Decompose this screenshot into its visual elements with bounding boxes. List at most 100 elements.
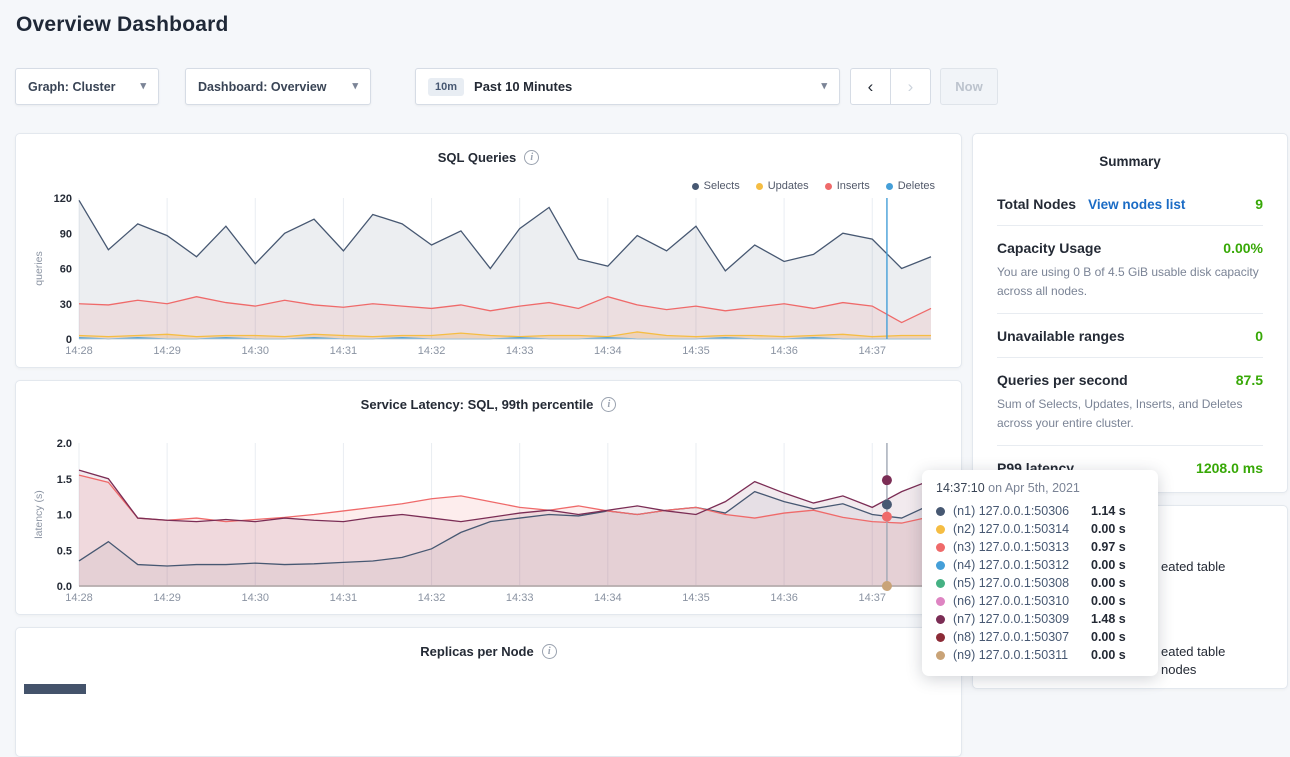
tooltip-node-row: (n1) 127.0.0.1:503061.14 s xyxy=(936,502,1144,520)
svg-text:0: 0 xyxy=(66,334,72,346)
chart-legend: Selects Updates Inserts Deletes xyxy=(692,180,935,192)
tooltip-date: on Apr 5th, 2021 xyxy=(985,481,1080,495)
svg-text:14:28: 14:28 xyxy=(65,592,93,604)
summary-row-unavailable-ranges: Unavailable ranges 0 xyxy=(997,314,1263,358)
node-latency-value: 1.14 s xyxy=(1091,504,1126,518)
tooltip-node-row: (n4) 127.0.0.1:50312 0.00 s xyxy=(936,556,1144,574)
legend-color-dot xyxy=(825,183,832,190)
tooltip-node-row: (n7) 127.0.0.1:503091.48 s xyxy=(936,610,1144,628)
total-nodes-value: 9 xyxy=(1255,196,1263,212)
node-color-dot xyxy=(936,543,945,552)
svg-text:14:32: 14:32 xyxy=(418,592,446,604)
info-icon[interactable] xyxy=(601,397,616,412)
event-item-fragment: eated table xyxy=(1161,559,1225,574)
node-latency-value: 0.00 s xyxy=(1091,630,1126,644)
graph-selector-label: Graph: Cluster xyxy=(28,80,116,94)
dashboard-selector-dropdown[interactable]: Dashboard: Overview ▾ xyxy=(185,68,371,105)
unavailable-ranges-label: Unavailable ranges xyxy=(997,328,1125,344)
capacity-usage-label: Capacity Usage xyxy=(997,240,1101,256)
svg-text:latency (s): latency (s) xyxy=(33,490,45,538)
service-latency-chart-card: Service Latency: SQL, 99th percentile 14… xyxy=(15,380,962,615)
svg-text:14:36: 14:36 xyxy=(770,592,798,604)
summary-row-total-nodes: Total Nodes View nodes list 9 xyxy=(997,182,1263,226)
node-latency-value: 0.00 s xyxy=(1091,558,1126,572)
chevron-down-icon: ▾ xyxy=(140,81,146,92)
legend-item-inserts[interactable]: Inserts xyxy=(825,180,870,192)
legend-label: Selects xyxy=(704,180,740,192)
tooltip-timestamp: 14:37:10 on Apr 5th, 2021 xyxy=(936,481,1144,495)
sql-queries-chart-title-row: SQL Queries xyxy=(16,150,961,165)
legend-item-selects[interactable]: Selects xyxy=(692,180,740,192)
now-button[interactable]: Now xyxy=(940,68,998,105)
svg-text:30: 30 xyxy=(60,299,72,311)
view-nodes-list-link[interactable]: View nodes list xyxy=(1088,197,1185,212)
time-next-button[interactable]: › xyxy=(890,68,931,105)
summary-row-capacity: Capacity Usage 0.00% You are using 0 B o… xyxy=(997,226,1263,314)
svg-text:90: 90 xyxy=(60,228,72,240)
time-range-selector[interactable]: 10m Past 10 Minutes ▾ xyxy=(415,68,840,105)
svg-text:14:34: 14:34 xyxy=(594,345,622,357)
svg-text:queries: queries xyxy=(33,251,45,285)
chevron-right-icon: › xyxy=(908,77,914,97)
tooltip-node-row: (n6) 127.0.0.1:503100.00 s xyxy=(936,592,1144,610)
tooltip-node-row: (n2) 127.0.0.1:503140.00 s xyxy=(936,520,1144,538)
qps-label: Queries per second xyxy=(997,372,1128,388)
qps-value: 87.5 xyxy=(1236,372,1263,388)
legend-item-deletes[interactable]: Deletes xyxy=(886,180,935,192)
svg-text:2.0: 2.0 xyxy=(57,438,72,450)
info-icon[interactable] xyxy=(524,150,539,165)
svg-text:0.5: 0.5 xyxy=(57,545,72,557)
chevron-left-icon: ‹ xyxy=(868,77,874,97)
time-prev-button[interactable]: ‹ xyxy=(850,68,891,105)
dashboard-selector-label: Dashboard: Overview xyxy=(198,80,327,94)
graph-selector-dropdown[interactable]: Graph: Cluster ▾ xyxy=(15,68,159,105)
tooltip-node-row: (n8) 127.0.0.1:50307 0.00 s xyxy=(936,628,1144,646)
legend-color-dot xyxy=(692,183,699,190)
node-address: (n4) 127.0.0.1:50312 xyxy=(953,558,1083,572)
event-item-fragment: nodes xyxy=(1161,662,1196,677)
qps-subtext: Sum of Selects, Updates, Inserts, and De… xyxy=(997,395,1263,432)
chevron-down-icon: ▾ xyxy=(821,81,827,92)
node-color-dot xyxy=(936,579,945,588)
total-nodes-label: Total Nodes xyxy=(997,196,1076,212)
svg-text:60: 60 xyxy=(60,264,72,276)
svg-text:14:32: 14:32 xyxy=(418,345,446,357)
legend-item-updates[interactable]: Updates xyxy=(756,180,809,192)
svg-text:14:31: 14:31 xyxy=(330,345,358,357)
event-item-fragment: eated table xyxy=(1161,644,1225,659)
p99-latency-value: 1208.0 ms xyxy=(1196,460,1263,476)
tooltip-node-row: (n9) 127.0.0.1:503110.00 s xyxy=(936,646,1144,664)
summary-panel: Summary Total Nodes View nodes list 9 Ca… xyxy=(972,133,1288,493)
replicas-per-node-chart[interactable] xyxy=(32,686,945,748)
time-step-buttons: ‹ › xyxy=(850,68,931,105)
svg-text:14:31: 14:31 xyxy=(330,592,358,604)
time-range-badge: 10m xyxy=(428,78,464,96)
replicas-per-node-chart-card: Replicas per Node xyxy=(15,627,962,757)
sql-queries-chart[interactable]: 14:2814:2914:3014:3114:3214:3314:3414:35… xyxy=(32,192,945,359)
capacity-usage-value: 0.00% xyxy=(1223,240,1263,256)
page-title: Overview Dashboard xyxy=(16,13,229,37)
node-latency-value: 0.97 s xyxy=(1091,540,1126,554)
summary-title: Summary xyxy=(973,134,1287,182)
service-latency-chart[interactable]: 14:2814:2914:3014:3114:3214:3314:3414:35… xyxy=(32,437,945,606)
node-color-dot xyxy=(936,597,945,606)
svg-text:14:33: 14:33 xyxy=(506,592,534,604)
svg-text:14:35: 14:35 xyxy=(682,345,710,357)
info-icon[interactable] xyxy=(542,644,557,659)
svg-text:14:29: 14:29 xyxy=(153,592,181,604)
chart-title: SQL Queries xyxy=(438,150,517,165)
svg-text:1.5: 1.5 xyxy=(57,474,72,486)
legend-color-dot xyxy=(886,183,893,190)
capacity-usage-subtext: You are using 0 B of 4.5 GiB usable disk… xyxy=(997,263,1263,300)
node-latency-value: 0.00 s xyxy=(1091,648,1126,662)
svg-text:14:34: 14:34 xyxy=(594,592,622,604)
chart-hover-tooltip: 14:37:10 on Apr 5th, 2021 (n1) 127.0.0.1… xyxy=(922,470,1158,676)
tooltip-node-row: (n5) 127.0.0.1:503080.00 s xyxy=(936,574,1144,592)
legend-label: Inserts xyxy=(837,180,870,192)
svg-text:0.0: 0.0 xyxy=(57,581,72,593)
svg-text:14:29: 14:29 xyxy=(153,345,181,357)
node-address: (n8) 127.0.0.1:50307 xyxy=(953,630,1083,644)
legend-color-dot xyxy=(756,183,763,190)
summary-row-qps: Queries per second 87.5 Sum of Selects, … xyxy=(997,358,1263,446)
tooltip-node-row: (n3) 127.0.0.1:503130.97 s xyxy=(936,538,1144,556)
